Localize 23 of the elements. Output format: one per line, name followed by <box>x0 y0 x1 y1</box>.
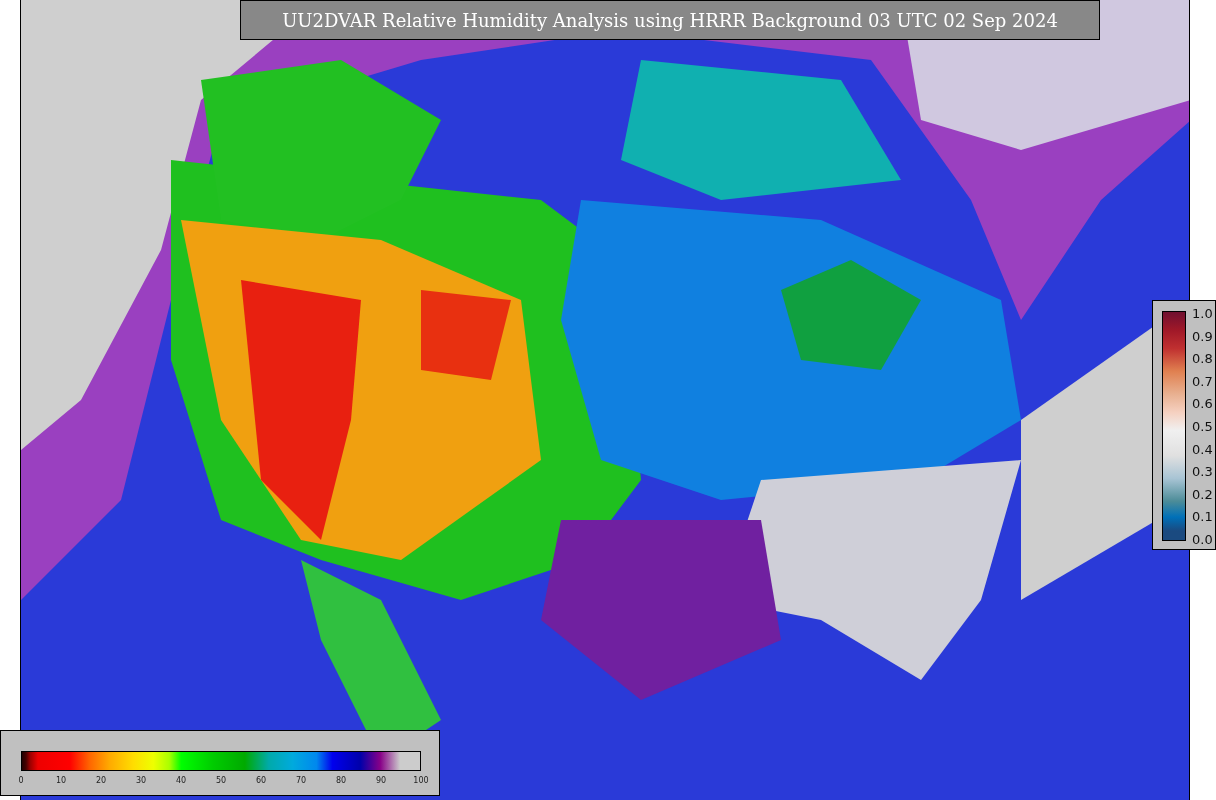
map-title: UU2DVAR Relative Humidity Analysis using HRRR Background 03 UTC 02 Sep 2024 <box>240 0 1100 40</box>
tick-label: 100 <box>413 776 429 785</box>
tick-label: 0.6 <box>1192 395 1213 411</box>
tick-label: 20 <box>95 776 107 785</box>
tick-label: 1.0 <box>1192 305 1213 321</box>
tick-label: 50 <box>215 776 227 785</box>
tick-label: 0.4 <box>1192 441 1213 457</box>
tick-label: 0.0 <box>1192 531 1213 547</box>
tick-label: 0 <box>18 776 24 785</box>
tick-label: 0.2 <box>1192 486 1213 502</box>
tick-label: 10 <box>55 776 67 785</box>
tick-label: 0.9 <box>1192 328 1213 344</box>
tick-label: 0.5 <box>1192 418 1213 434</box>
tick-label: 0.3 <box>1192 463 1213 479</box>
tick-label: 80 <box>335 776 347 785</box>
tick-label: 30 <box>135 776 147 785</box>
tick-label: 40 <box>175 776 187 785</box>
tick-label: 0.7 <box>1192 373 1213 389</box>
tick-label: 70 <box>295 776 307 785</box>
tick-label: 0.8 <box>1192 350 1213 366</box>
tick-label: 60 <box>255 776 267 785</box>
tick-label: 90 <box>375 776 387 785</box>
tick-label: 0.1 <box>1192 508 1213 524</box>
